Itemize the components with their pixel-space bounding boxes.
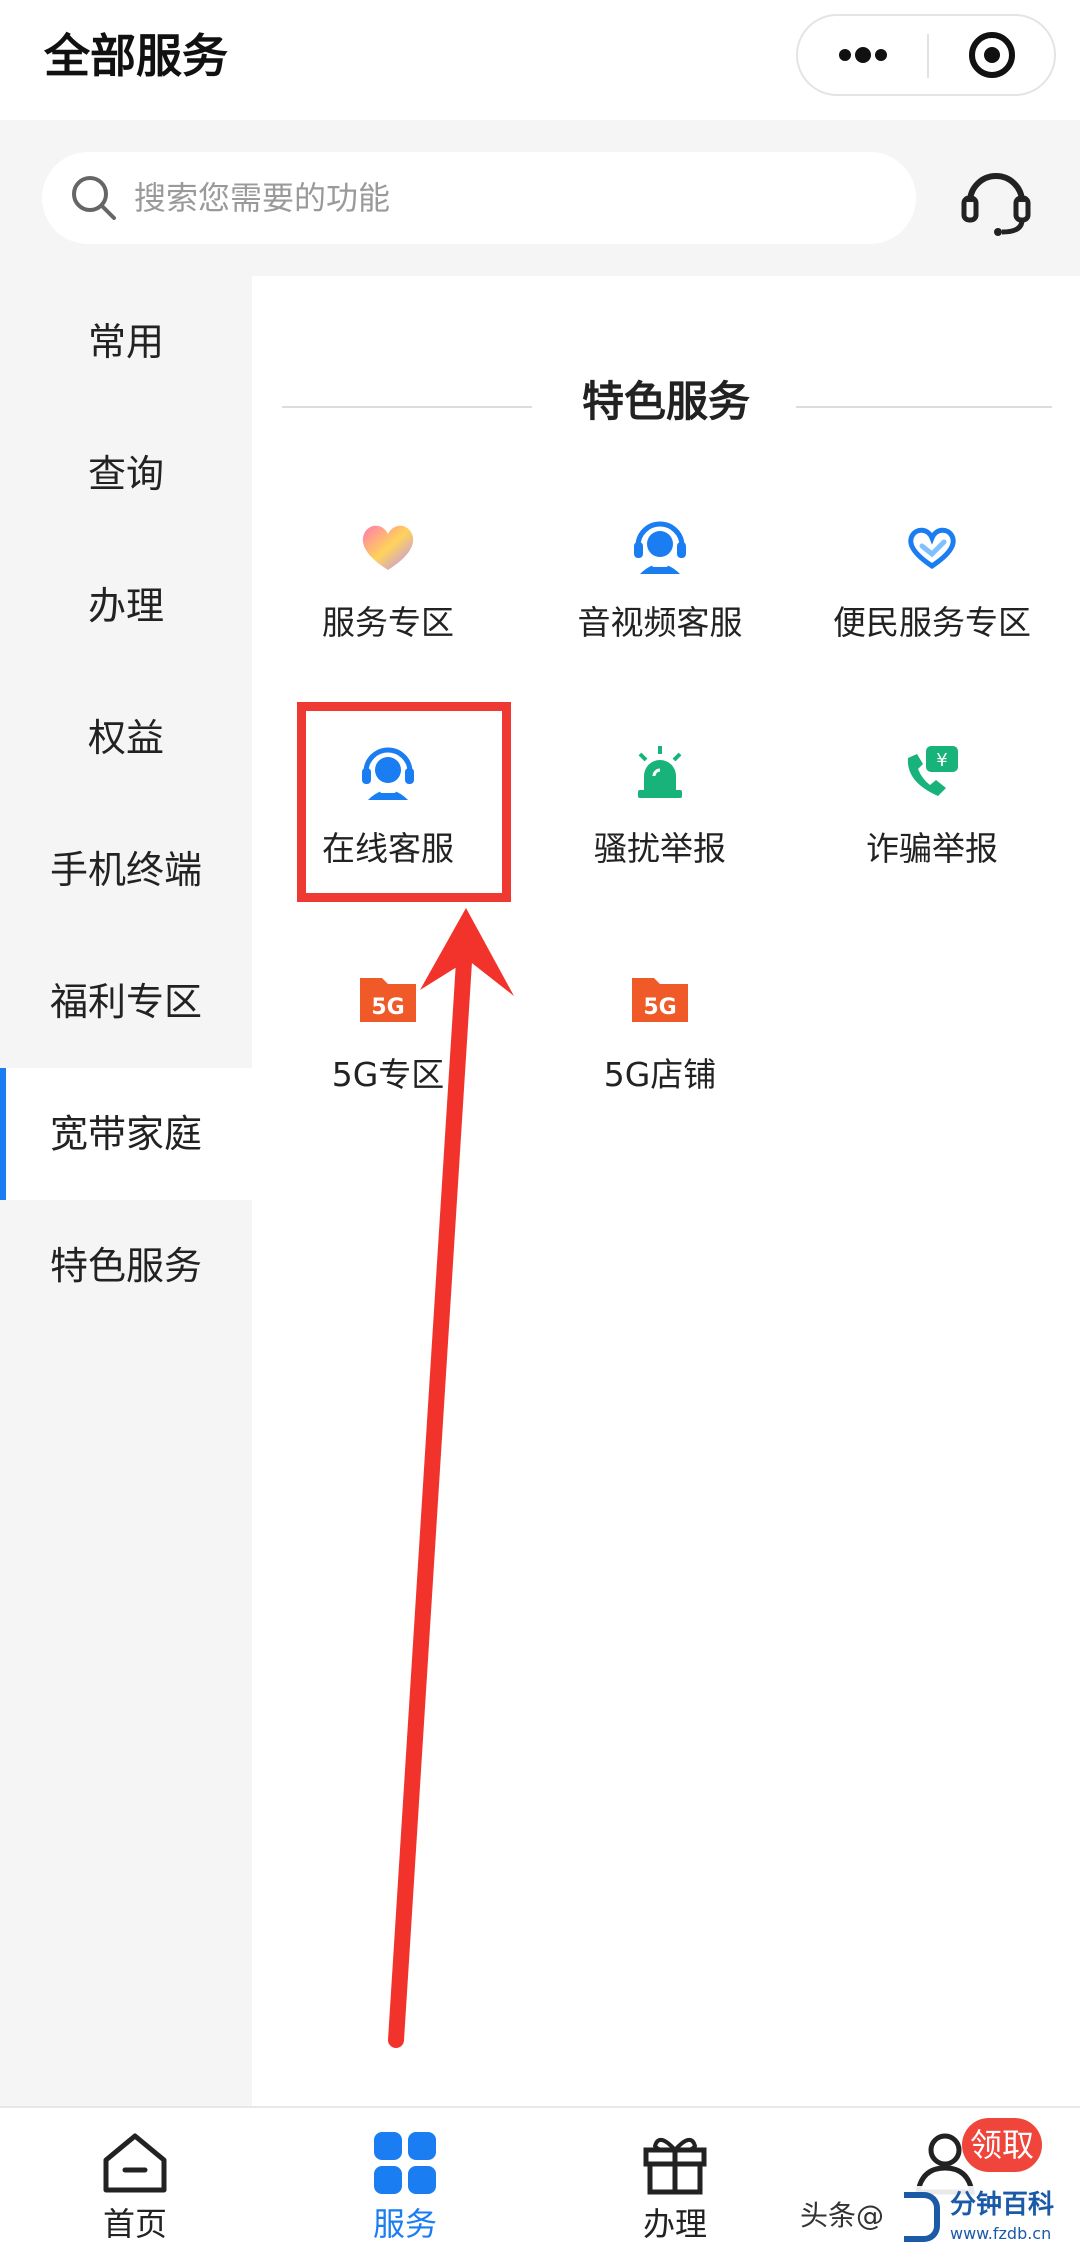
service-label: 服务专区	[322, 603, 454, 642]
service-label: 5G专区	[331, 1055, 445, 1094]
tab-handle[interactable]: 办理	[540, 2108, 810, 2255]
service-label: 5G店铺	[603, 1055, 717, 1094]
fraud-report-item[interactable]: ¥ 诈骗举报	[796, 742, 1068, 942]
more-dots-icon	[838, 47, 887, 63]
5g-folder-icon: 5G	[632, 978, 688, 1022]
5g-store-item[interactable]: 5G 5G店铺	[524, 968, 796, 1168]
sidebar-item-phone-terminal[interactable]: 手机终端	[0, 804, 252, 936]
sidebar-item-special-services[interactable]: 特色服务	[0, 1200, 252, 1332]
grid-apps-icon	[374, 2132, 436, 2194]
heart-gradient-icon	[362, 525, 414, 570]
sidebar-item-handle[interactable]: 办理	[0, 540, 252, 672]
customer-service-icon[interactable]	[958, 162, 1034, 238]
service-label: 诈骗举报	[866, 829, 998, 868]
service-zone-item[interactable]: 服务专区	[252, 516, 524, 716]
search-placeholder: 搜索您需要的功能	[134, 179, 391, 217]
section-title: 特色服务	[581, 377, 750, 426]
highlight-box-annotation	[297, 702, 511, 902]
5g-zone-item[interactable]: 5G 5G专区	[252, 968, 524, 1168]
sidebar-item-benefits[interactable]: 权益	[0, 672, 252, 804]
tab-label: 首页	[102, 2205, 167, 2243]
more-button[interactable]	[798, 16, 927, 94]
top-bar: 全部服务	[0, 0, 1080, 120]
target-close-icon	[968, 32, 1015, 78]
search-row: 搜索您需要的功能	[0, 120, 1080, 276]
5g-folder-icon: 5G	[360, 978, 416, 1022]
watermark-brand: 分钟百科	[950, 2190, 1055, 2220]
handshake-heart-icon	[908, 527, 956, 570]
watermark-logo: 分钟百科 www.fzdb.cn	[900, 2186, 1070, 2252]
svg-text:¥: ¥	[936, 750, 947, 771]
tab-services[interactable]: 服务	[270, 2108, 540, 2255]
sidebar-item-common[interactable]: 常用	[0, 276, 252, 408]
svg-text:5G: 5G	[371, 995, 404, 1020]
sidebar-item-query[interactable]: 查询	[0, 408, 252, 540]
page-title: 全部服务	[44, 29, 228, 83]
svg-text:5G: 5G	[643, 995, 676, 1020]
gift-icon	[643, 2138, 707, 2195]
sidebar-item-welfare[interactable]: 福利专区	[0, 936, 252, 1068]
tab-label: 办理	[642, 2205, 707, 2243]
service-label: 便民服务专区	[833, 603, 1031, 642]
tab-home[interactable]: 首页	[0, 2108, 270, 2255]
service-content: 特色服务 服务专区 音视频客服 便民服务专区 在线客服 骚扰举报 ¥ 诈骗举报 …	[252, 276, 1080, 2106]
service-label: 音视频客服	[577, 603, 743, 642]
convenience-service-item[interactable]: 便民服务专区	[796, 516, 1068, 716]
headset-agent-icon	[634, 521, 686, 574]
alarm-siren-icon	[638, 746, 682, 798]
harassment-report-item[interactable]: 骚扰举报	[524, 742, 796, 942]
service-label: 骚扰举报	[594, 829, 726, 868]
close-miniapp-button[interactable]	[929, 16, 1054, 94]
av-customer-service-item[interactable]: 音视频客服	[524, 516, 796, 716]
category-sidebar: 常用 查询 办理 权益 手机终端 福利专区 宽带家庭 特色服务	[0, 276, 252, 2106]
home-icon	[103, 2133, 167, 2193]
claim-badge[interactable]: 领取	[962, 2118, 1042, 2172]
sidebar-item-broadband-home[interactable]: 宽带家庭	[0, 1068, 252, 1200]
search-icon	[72, 176, 116, 220]
search-input[interactable]: 搜索您需要的功能	[42, 152, 916, 244]
watermark-url: www.fzdb.cn	[950, 2224, 1052, 2243]
phone-yen-icon: ¥	[907, 746, 958, 796]
tab-label: 服务	[372, 2205, 437, 2243]
miniapp-capsule	[796, 14, 1056, 96]
watermark-text: 头条@	[800, 2199, 885, 2232]
brand-logo-icon	[904, 2192, 940, 2242]
